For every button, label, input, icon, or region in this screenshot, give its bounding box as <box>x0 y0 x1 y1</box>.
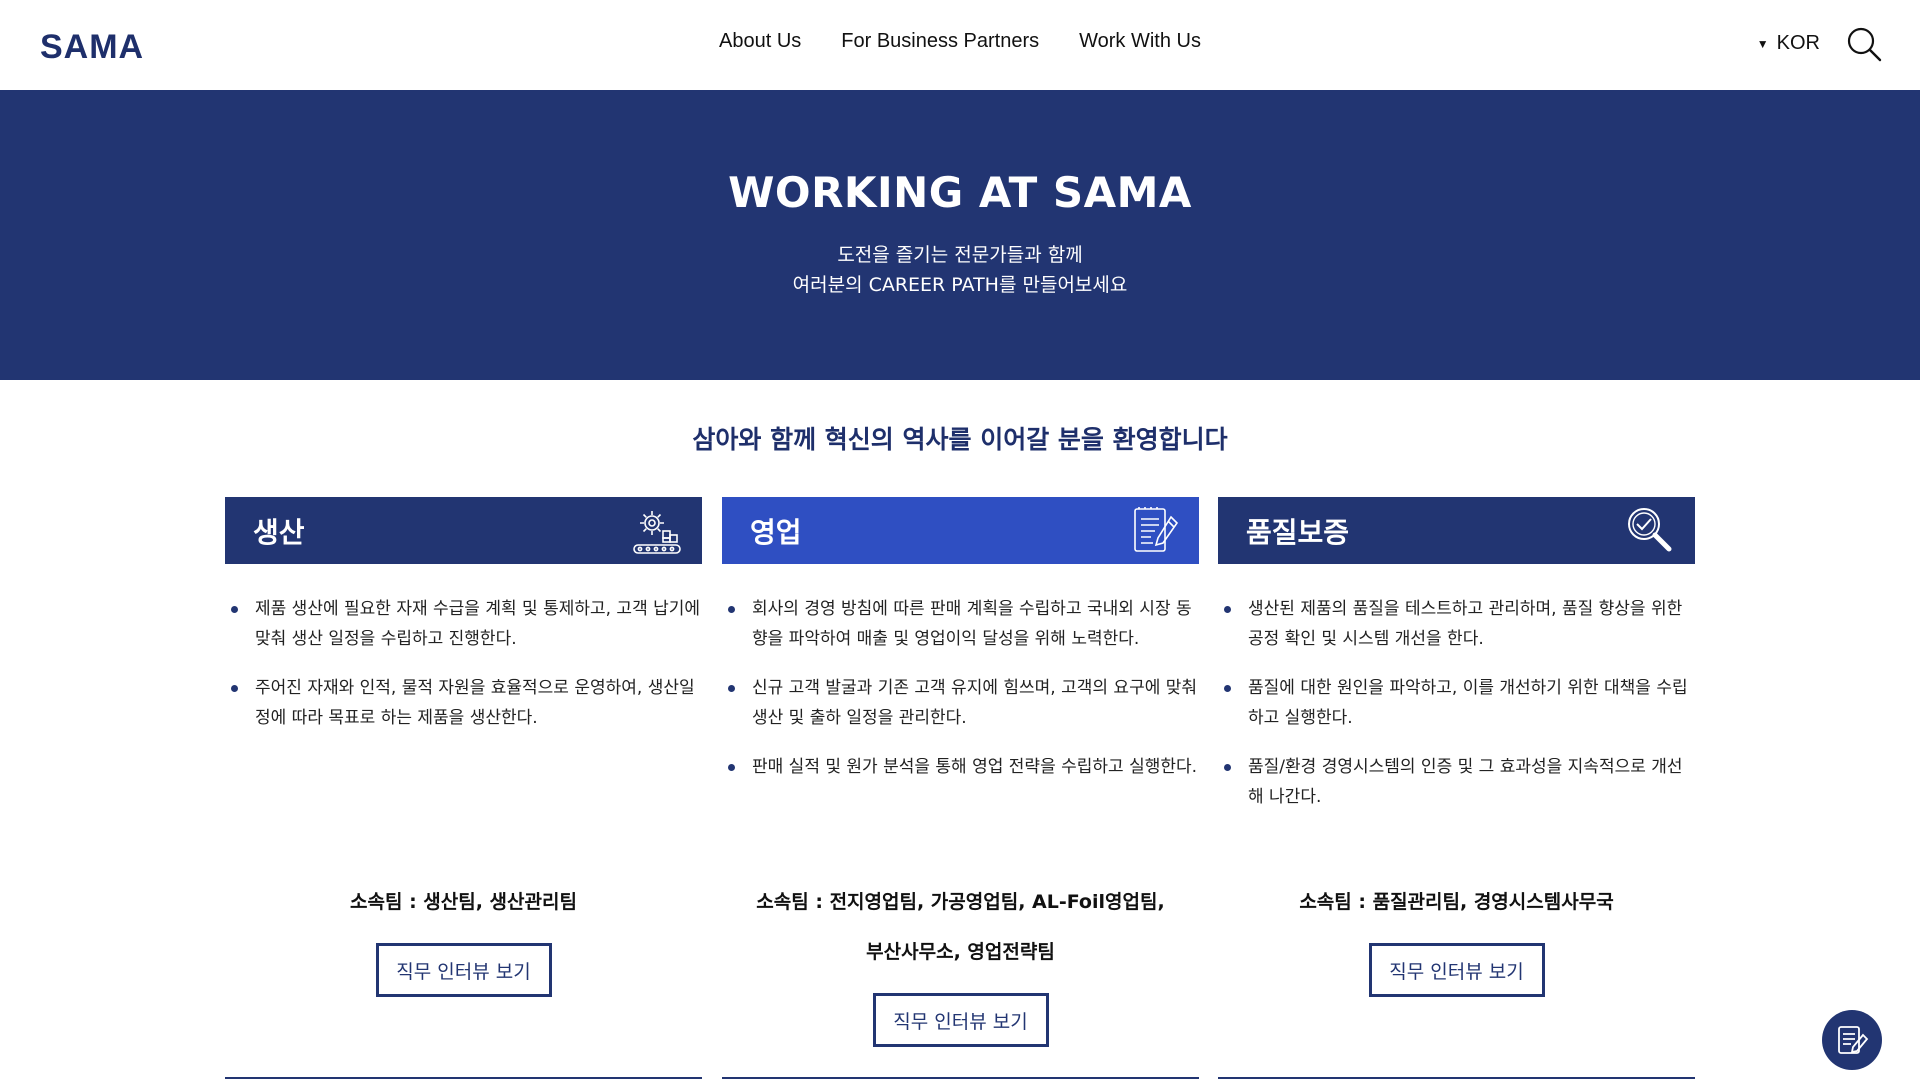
hero-subtitle: 도전을 즐기는 전문가들과 함께 여러분의 CAREER PATH를 만들어보세… <box>0 240 1920 300</box>
language-selector[interactable]: ▼ KOR <box>1757 32 1820 55</box>
document-pen-icon <box>1134 507 1179 552</box>
column-title: 품질보증 <box>1246 515 1350 549</box>
duty-item: 주어진 자재와 인적, 물적 자원을 효율적으로 운영하여, 생산일정에 따라 … <box>225 673 702 733</box>
duty-list: 회사의 경영 방침에 따른 판매 계획을 수립하고 국내외 시장 동향을 파악하… <box>722 594 1199 782</box>
job-interview-button[interactable]: 직무 인터뷰 보기 <box>1368 943 1545 997</box>
job-interview-button[interactable]: 직무 인터뷰 보기 <box>375 943 552 997</box>
site-header: SAMA About Us For Business Partners Work… <box>0 0 1920 90</box>
column-divider <box>1218 1077 1695 1079</box>
floating-apply-button[interactable] <box>1822 1010 1882 1070</box>
hero-banner: WORKING AT SAMA 도전을 즐기는 전문가들과 함께 여러분의 CA… <box>0 90 1920 380</box>
team-info: 소속팀 : 생산팀, 생산관리팀 <box>350 891 577 913</box>
duty-item: 신규 고객 발굴과 기존 고객 유지에 힘쓰며, 고객의 요구에 맞춰 생산 및… <box>722 673 1199 733</box>
caret-down-icon: ▼ <box>1756 36 1769 51</box>
nav-about-us[interactable]: About Us <box>719 30 801 53</box>
job-column-production: 생산 제품 생산에 필요한 자재 수급을 계획 및 통제하고, 고객 납기에 맞… <box>225 497 702 1079</box>
language-label: KOR <box>1776 32 1820 54</box>
column-title: 영업 <box>750 515 802 549</box>
duty-item: 제품 생산에 필요한 자재 수급을 계획 및 통제하고, 고객 납기에 맞춰 생… <box>225 594 702 654</box>
duty-item: 판매 실적 및 원가 분석을 통해 영업 전략을 수립하고 실행한다. <box>722 752 1199 782</box>
team-info: 소속팀 : 전지영업팀, 가공영업팀, AL-Foil영업팀, 부산사무소, 영… <box>722 877 1199 977</box>
column-divider <box>225 1077 702 1079</box>
hero-title: WORKING AT SAMA <box>728 168 1192 217</box>
team-info-line2: 부산사무소, 영업전략팀 <box>866 941 1055 963</box>
hero-subtitle-line2: 여러분의 CAREER PATH를 만들어보세요 <box>792 274 1128 296</box>
welcome-heading: 삼아와 함께 혁신의 역사를 이어갈 분을 환영합니다 <box>692 425 1228 454</box>
column-divider <box>722 1077 1199 1079</box>
magnifier-check-icon <box>1628 508 1672 552</box>
column-header: 품질보증 <box>1218 497 1695 564</box>
duty-item: 품질/환경 경영시스템의 인증 및 그 효과성을 지속적으로 개선해 나간다. <box>1218 752 1695 812</box>
team-info: 소속팀 : 품질관리팀, 경영시스템사무국 <box>1299 891 1614 913</box>
job-column-sales: 영업 회사의 경영 방침에 따른 판매 계획을 수립하고 국내외 시장 동향을 … <box>722 497 1199 1079</box>
hero-subtitle-line1: 도전을 즐기는 전문가들과 함께 <box>837 244 1083 266</box>
duty-list: 생산된 제품의 품질을 테스트하고 관리하며, 품질 향상을 위한 공정 확인 … <box>1218 594 1695 812</box>
nav-business-partners[interactable]: For Business Partners <box>841 30 1039 53</box>
nav-work-with-us[interactable]: Work With Us <box>1079 30 1201 53</box>
column-header: 영업 <box>722 497 1199 564</box>
column-header: 생산 <box>225 497 702 564</box>
job-interview-button[interactable]: 직무 인터뷰 보기 <box>872 993 1049 1047</box>
duty-item: 생산된 제품의 품질을 테스트하고 관리하며, 품질 향상을 위한 공정 확인 … <box>1218 594 1695 654</box>
duty-item: 회사의 경영 방침에 따른 판매 계획을 수립하고 국내외 시장 동향을 파악하… <box>722 594 1199 654</box>
search-icon[interactable] <box>1846 26 1882 62</box>
document-edit-icon <box>1838 1026 1869 1054</box>
job-column-quality-assurance: 품질보증 생산된 제품의 품질을 테스트하고 관리하며, 품질 향상을 위한 공… <box>1218 497 1695 1079</box>
team-info-line1: 소속팀 : 전지영업팀, 가공영업팀, AL-Foil영업팀, <box>756 891 1165 913</box>
duty-list: 제품 생산에 필요한 자재 수급을 계획 및 통제하고, 고객 납기에 맞춰 생… <box>225 594 702 733</box>
duty-item: 품질에 대한 원인을 파악하고, 이를 개선하기 위한 대책을 수립하고 실행한… <box>1218 673 1695 733</box>
main-nav: About Us For Business Partners Work With… <box>0 30 1920 53</box>
column-title: 생산 <box>253 515 305 549</box>
gear-conveyor-icon <box>633 511 681 554</box>
